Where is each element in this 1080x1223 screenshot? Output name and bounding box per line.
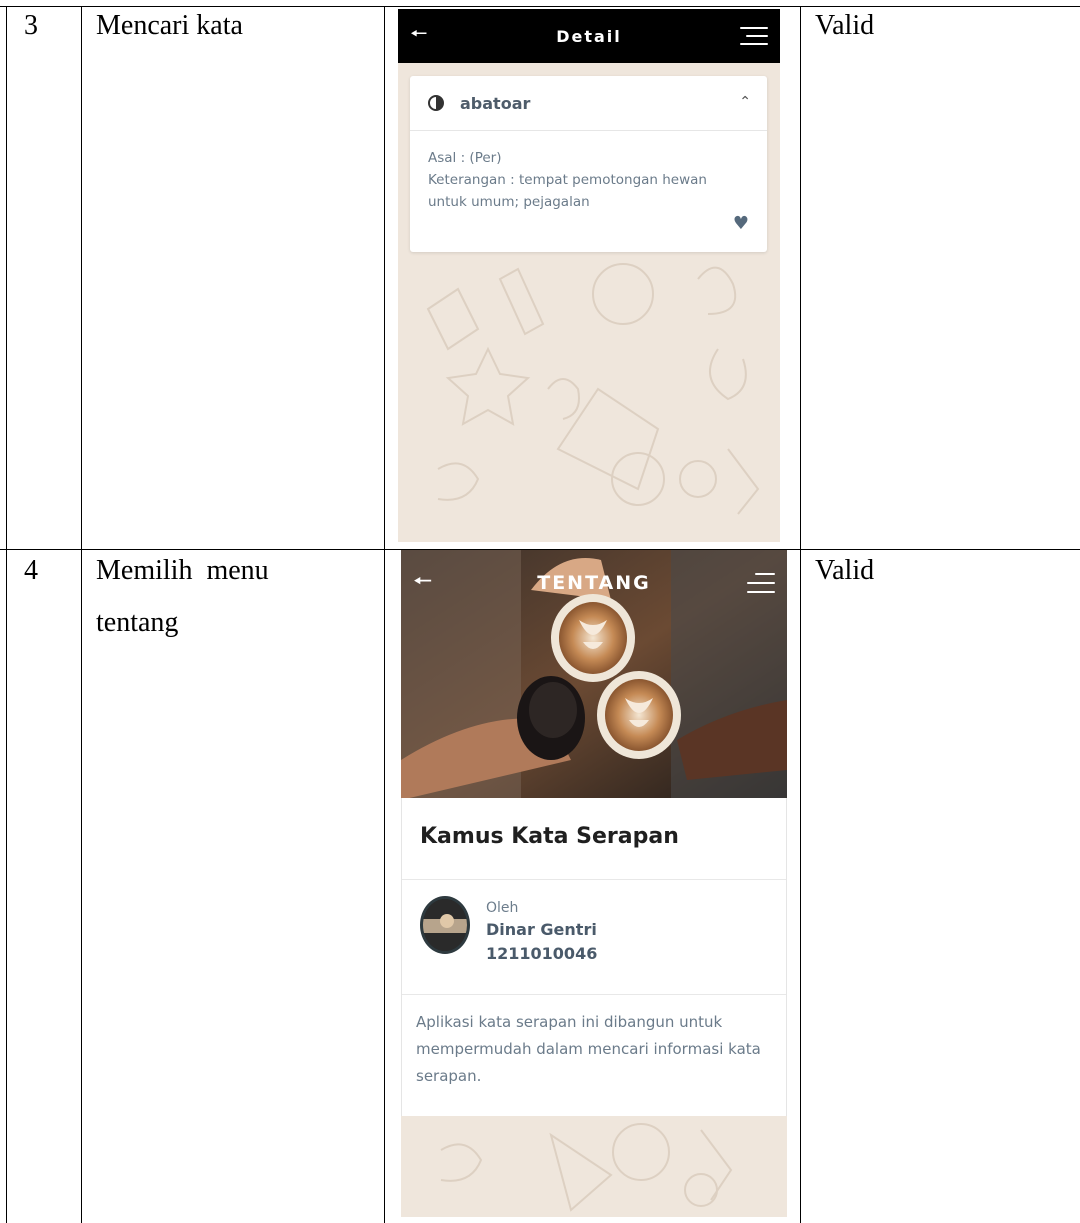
half-circle-icon — [428, 95, 444, 111]
row-3-result: Valid — [815, 10, 875, 41]
heart-icon[interactable]: ♥ — [733, 213, 749, 234]
hamburger-menu-icon[interactable] — [740, 25, 768, 47]
about-appbar: 🠔 TENTANG — [401, 550, 787, 616]
hamburger-menu-icon[interactable] — [747, 572, 775, 594]
author-avatar — [420, 896, 470, 954]
row-4-number: 4 — [24, 555, 38, 586]
row-3-number: 3 — [24, 10, 38, 41]
word-origin: Asal : (Per) — [428, 150, 502, 166]
word-card-body: Asal : (Per) Keterangan : tempat pemoton… — [410, 131, 767, 213]
word-detail-card: abatoar ⌃ Asal : (Per) Keterangan : temp… — [410, 76, 767, 252]
row-4-scenario-line2: tentang — [96, 607, 179, 638]
word-description: Keterangan : tempat pemotongan hewan unt… — [428, 172, 707, 210]
detail-screenshot: 🠔 Detail abatoar ⌃ Asal : (Per) Keterang… — [398, 9, 780, 542]
chevron-up-icon[interactable]: ⌃ — [739, 94, 751, 110]
row-4-scenario-line1: Memilih menu — [96, 555, 269, 586]
app-name: Kamus Kata Serapan — [402, 798, 786, 880]
appbar-title: TENTANG — [537, 572, 651, 594]
about-screenshot: 🠔 TENTANG Kamus Kata Serapan Oleh Dinar … — [401, 550, 787, 1217]
by-label: Oleh — [486, 900, 519, 916]
author-section: Oleh Dinar Gentri 1211010046 — [402, 880, 786, 995]
table-col-divider-1 — [81, 6, 82, 1223]
table-border-left — [6, 6, 7, 1223]
word-title: abatoar — [460, 93, 531, 113]
app-description: Aplikasi kata serapan ini dibangun untuk… — [416, 1013, 761, 1085]
appbar-title: Detail — [556, 26, 622, 46]
row-3-scenario: Mencari kata — [96, 10, 243, 41]
about-card: Kamus Kata Serapan Oleh Dinar Gentri 121… — [401, 798, 787, 1116]
table-col-divider-2 — [384, 6, 385, 1223]
arrow-left-icon[interactable]: 🠔 — [410, 19, 428, 53]
author-name: Dinar Gentri — [486, 920, 597, 939]
author-info: Oleh Dinar Gentri 1211010046 — [486, 898, 597, 966]
row-4-result: Valid — [815, 555, 875, 586]
detail-appbar: 🠔 Detail — [398, 9, 780, 63]
word-card-header[interactable]: abatoar ⌃ — [410, 76, 767, 131]
arrow-left-icon[interactable]: 🠔 — [413, 564, 432, 602]
author-id: 1211010046 — [486, 944, 598, 963]
table-col-divider-3 — [800, 6, 801, 1223]
